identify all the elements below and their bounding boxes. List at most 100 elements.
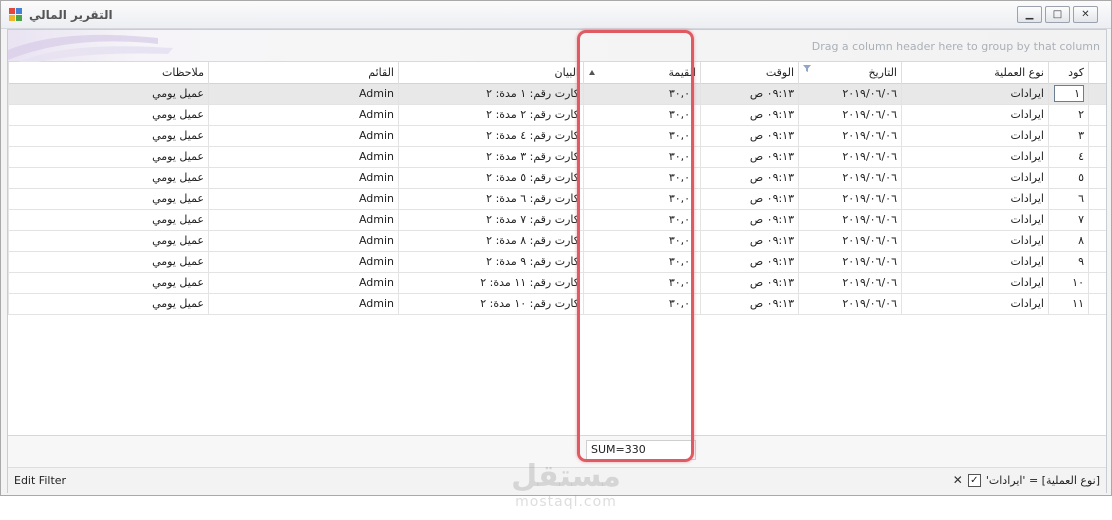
minimize-button[interactable]: ▁ — [1017, 6, 1042, 23]
cell-type[interactable]: ايرادات — [901, 231, 1048, 252]
cell-value[interactable]: ٣٠,٠٠ — [583, 210, 700, 231]
cell-description[interactable]: كارت رقم: ٦ مدة: ٢ — [398, 189, 583, 210]
cell-time[interactable]: ٠٩:١٣ ص — [700, 147, 798, 168]
cell-date[interactable]: ٢٠١٩/٠٦/٠٦ — [798, 252, 901, 273]
table-row[interactable]: ٣ ايرادات ٢٠١٩/٠٦/٠٦ ٠٩:١٣ ص ٣٠,٠٠ كارت رقم: … — [8, 126, 1106, 147]
filter-enabled-checkbox[interactable]: ✓ — [967, 473, 981, 487]
cell-code[interactable]: ١ — [1048, 84, 1088, 105]
cell-type[interactable]: ايرادات — [901, 147, 1048, 168]
cell-value[interactable]: ٣٠,٠٠ — [583, 126, 700, 147]
cell-type[interactable]: ايرادات — [901, 294, 1048, 315]
row-indicator[interactable] — [1088, 189, 1106, 210]
row-indicator[interactable] — [1088, 273, 1106, 294]
maximize-button[interactable]: □ — [1045, 6, 1070, 23]
cell-code[interactable]: ١٠ — [1048, 273, 1088, 294]
header-date[interactable]: التاريخ — [798, 62, 901, 84]
cell-value[interactable]: ٣٠,٠٠ — [583, 231, 700, 252]
table-row[interactable]: ٩ ايرادات ٢٠١٩/٠٦/٠٦ ٠٩:١٣ ص ٣٠,٠٠ كارت رقم: … — [8, 252, 1106, 273]
cell-code[interactable]: ١١ — [1048, 294, 1088, 315]
title-bar[interactable]: التقرير المالي ▁ □ ✕ — [1, 1, 1111, 29]
filter-expression[interactable]: [نوع العملية] = 'ايرادات' — [986, 474, 1100, 487]
row-indicator[interactable] — [1088, 210, 1106, 231]
cell-description[interactable]: كارت رقم: ٧ مدة: ٢ — [398, 210, 583, 231]
group-by-panel[interactable]: Drag a column header here to group by th… — [8, 30, 1106, 62]
cell-code[interactable]: ٥ — [1048, 168, 1088, 189]
cell-description[interactable]: كارت رقم: ٢ مدة: ٢ — [398, 105, 583, 126]
cell-date[interactable]: ٢٠١٩/٠٦/٠٦ — [798, 294, 901, 315]
header-description[interactable]: البيان — [398, 62, 583, 84]
cell-notes[interactable]: عميل يومي — [8, 84, 208, 105]
cell-value[interactable]: ٣٠,٠٠ — [583, 294, 700, 315]
cell-user[interactable]: Admin — [208, 84, 398, 105]
cell-code[interactable]: ٤ — [1048, 147, 1088, 168]
cell-user[interactable]: Admin — [208, 273, 398, 294]
close-button[interactable]: ✕ — [1073, 6, 1098, 23]
cell-value[interactable]: ٣٠,٠٠ — [583, 189, 700, 210]
table-row[interactable]: ٥ ايرادات ٢٠١٩/٠٦/٠٦ ٠٩:١٣ ص ٣٠,٠٠ كارت رقم: … — [8, 168, 1106, 189]
cell-date[interactable]: ٢٠١٩/٠٦/٠٦ — [798, 231, 901, 252]
cell-time[interactable]: ٠٩:١٣ ص — [700, 168, 798, 189]
table-row[interactable]: ٦ ايرادات ٢٠١٩/٠٦/٠٦ ٠٩:١٣ ص ٣٠,٠٠ كارت رقم: … — [8, 189, 1106, 210]
cell-date[interactable]: ٢٠١٩/٠٦/٠٦ — [798, 84, 901, 105]
cell-code[interactable]: ٦ — [1048, 189, 1088, 210]
cell-description[interactable]: كارت رقم: ٣ مدة: ٢ — [398, 147, 583, 168]
table-row[interactable]: ١ ايرادات ٢٠١٩/٠٦/٠٦ ٠٩:١٣ ص ٣٠,٠٠ كارت رقم: … — [8, 84, 1106, 105]
cell-time[interactable]: ٠٩:١٣ ص — [700, 294, 798, 315]
cell-user[interactable]: Admin — [208, 105, 398, 126]
cell-code[interactable]: ٩ — [1048, 252, 1088, 273]
filter-icon[interactable] — [803, 65, 811, 72]
cell-description[interactable]: كارت رقم: ١٠ مدة: ٢ — [398, 294, 583, 315]
edit-filter-link[interactable]: Edit Filter — [14, 474, 66, 487]
cell-value[interactable]: ٣٠,٠٠ — [583, 252, 700, 273]
cell-time[interactable]: ٠٩:١٣ ص — [700, 231, 798, 252]
cell-notes[interactable]: عميل يومي — [8, 252, 208, 273]
cell-user[interactable]: Admin — [208, 189, 398, 210]
cell-type[interactable]: ايرادات — [901, 168, 1048, 189]
cell-date[interactable]: ٢٠١٩/٠٦/٠٦ — [798, 273, 901, 294]
cell-description[interactable]: كارت رقم: ٩ مدة: ٢ — [398, 252, 583, 273]
table-row[interactable]: ١١ ايرادات ٢٠١٩/٠٦/٠٦ ٠٩:١٣ ص ٣٠,٠٠ كارت رقم:… — [8, 294, 1106, 315]
cell-value[interactable]: ٣٠,٠٠ — [583, 84, 700, 105]
cell-code[interactable]: ٧ — [1048, 210, 1088, 231]
cell-user[interactable]: Admin — [208, 147, 398, 168]
cell-value[interactable]: ٣٠,٠٠ — [583, 273, 700, 294]
row-indicator[interactable] — [1088, 231, 1106, 252]
cell-notes[interactable]: عميل يومي — [8, 231, 208, 252]
row-indicator[interactable] — [1088, 147, 1106, 168]
header-notes[interactable]: ملاحظات — [8, 62, 208, 84]
cell-editor[interactable]: ١ — [1054, 85, 1084, 102]
cell-value[interactable]: ٣٠,٠٠ — [583, 147, 700, 168]
cell-time[interactable]: ٠٩:١٣ ص — [700, 105, 798, 126]
row-indicator[interactable] — [1088, 168, 1106, 189]
row-indicator[interactable] — [1088, 126, 1106, 147]
table-row[interactable]: ١٠ ايرادات ٢٠١٩/٠٦/٠٦ ٠٩:١٣ ص ٣٠,٠٠ كارت رقم:… — [8, 273, 1106, 294]
header-code[interactable]: كود — [1048, 62, 1088, 84]
cell-type[interactable]: ايرادات — [901, 252, 1048, 273]
header-user[interactable]: القائم — [208, 62, 398, 84]
header-value[interactable]: القيمة — [583, 62, 700, 84]
row-indicator[interactable] — [1088, 84, 1106, 105]
cell-notes[interactable]: عميل يومي — [8, 294, 208, 315]
cell-notes[interactable]: عميل يومي — [8, 273, 208, 294]
cell-user[interactable]: Admin — [208, 210, 398, 231]
cell-time[interactable]: ٠٩:١٣ ص — [700, 126, 798, 147]
cell-time[interactable]: ٠٩:١٣ ص — [700, 84, 798, 105]
cell-notes[interactable]: عميل يومي — [8, 189, 208, 210]
cell-value[interactable]: ٣٠,٠٠ — [583, 168, 700, 189]
cell-notes[interactable]: عميل يومي — [8, 147, 208, 168]
cell-time[interactable]: ٠٩:١٣ ص — [700, 252, 798, 273]
cell-description[interactable]: كارت رقم: ١ مدة: ٢ — [398, 84, 583, 105]
cell-description[interactable]: كارت رقم: ٥ مدة: ٢ — [398, 168, 583, 189]
cell-value[interactable]: ٣٠,٠٠ — [583, 105, 700, 126]
cell-description[interactable]: كارت رقم: ٨ مدة: ٢ — [398, 231, 583, 252]
table-row[interactable]: ٨ ايرادات ٢٠١٩/٠٦/٠٦ ٠٩:١٣ ص ٣٠,٠٠ كارت رقم: … — [8, 231, 1106, 252]
cell-time[interactable]: ٠٩:١٣ ص — [700, 273, 798, 294]
cell-user[interactable]: Admin — [208, 168, 398, 189]
row-indicator[interactable] — [1088, 294, 1106, 315]
row-indicator[interactable] — [1088, 252, 1106, 273]
cell-type[interactable]: ايرادات — [901, 105, 1048, 126]
cell-user[interactable]: Admin — [208, 294, 398, 315]
table-row[interactable]: ٢ ايرادات ٢٠١٩/٠٦/٠٦ ٠٩:١٣ ص ٣٠,٠٠ كارت رقم: … — [8, 105, 1106, 126]
cell-code[interactable]: ٣ — [1048, 126, 1088, 147]
cell-date[interactable]: ٢٠١٩/٠٦/٠٦ — [798, 147, 901, 168]
